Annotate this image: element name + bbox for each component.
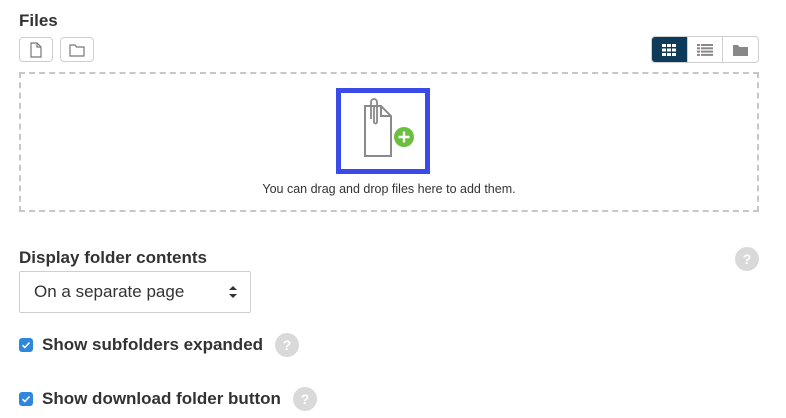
folder-tree-icon (733, 44, 749, 56)
display-contents-help-icon[interactable]: ? (735, 247, 759, 271)
add-file-paperclip-icon (364, 98, 414, 157)
file-icon (30, 41, 42, 58)
view-mode-switcher (651, 36, 759, 63)
file-dropzone[interactable]: You can drag and drop files here to add … (19, 72, 759, 212)
check-icon (21, 395, 31, 403)
folder-icon (69, 43, 85, 57)
display-folder-contents-label: Display folder contents (19, 248, 207, 267)
tree-view-button[interactable] (722, 37, 758, 62)
grid-view-icon (662, 43, 677, 56)
add-file-button[interactable] (19, 37, 53, 62)
display-contents-select[interactable]: On a separate page (19, 271, 251, 313)
show-subfolders-label: Show subfolders expanded (42, 335, 264, 354)
check-icon (21, 341, 31, 349)
show-download-help-icon[interactable]: ? (293, 387, 317, 411)
show-subfolders-expanded-option[interactable]: Show subfolders expanded (19, 335, 263, 355)
select-caret-icon (229, 286, 237, 298)
dropzone-instructions: You can drag and drop files here to add … (262, 182, 516, 196)
show-download-folder-option[interactable]: Show download folder button (19, 389, 281, 409)
show-download-label: Show download folder button (42, 389, 281, 408)
display-contents-selected: On a separate page (34, 282, 185, 301)
list-view-button[interactable] (686, 37, 723, 62)
show-download-checkbox[interactable] (19, 392, 33, 406)
dropzone-highlight (336, 88, 430, 174)
create-folder-button[interactable] (60, 37, 94, 62)
grid-view-button[interactable] (652, 37, 687, 62)
show-subfolders-checkbox[interactable] (19, 338, 33, 352)
list-view-icon (697, 43, 713, 56)
files-label: Files (19, 11, 58, 30)
show-subfolders-help-icon[interactable]: ? (275, 333, 299, 357)
